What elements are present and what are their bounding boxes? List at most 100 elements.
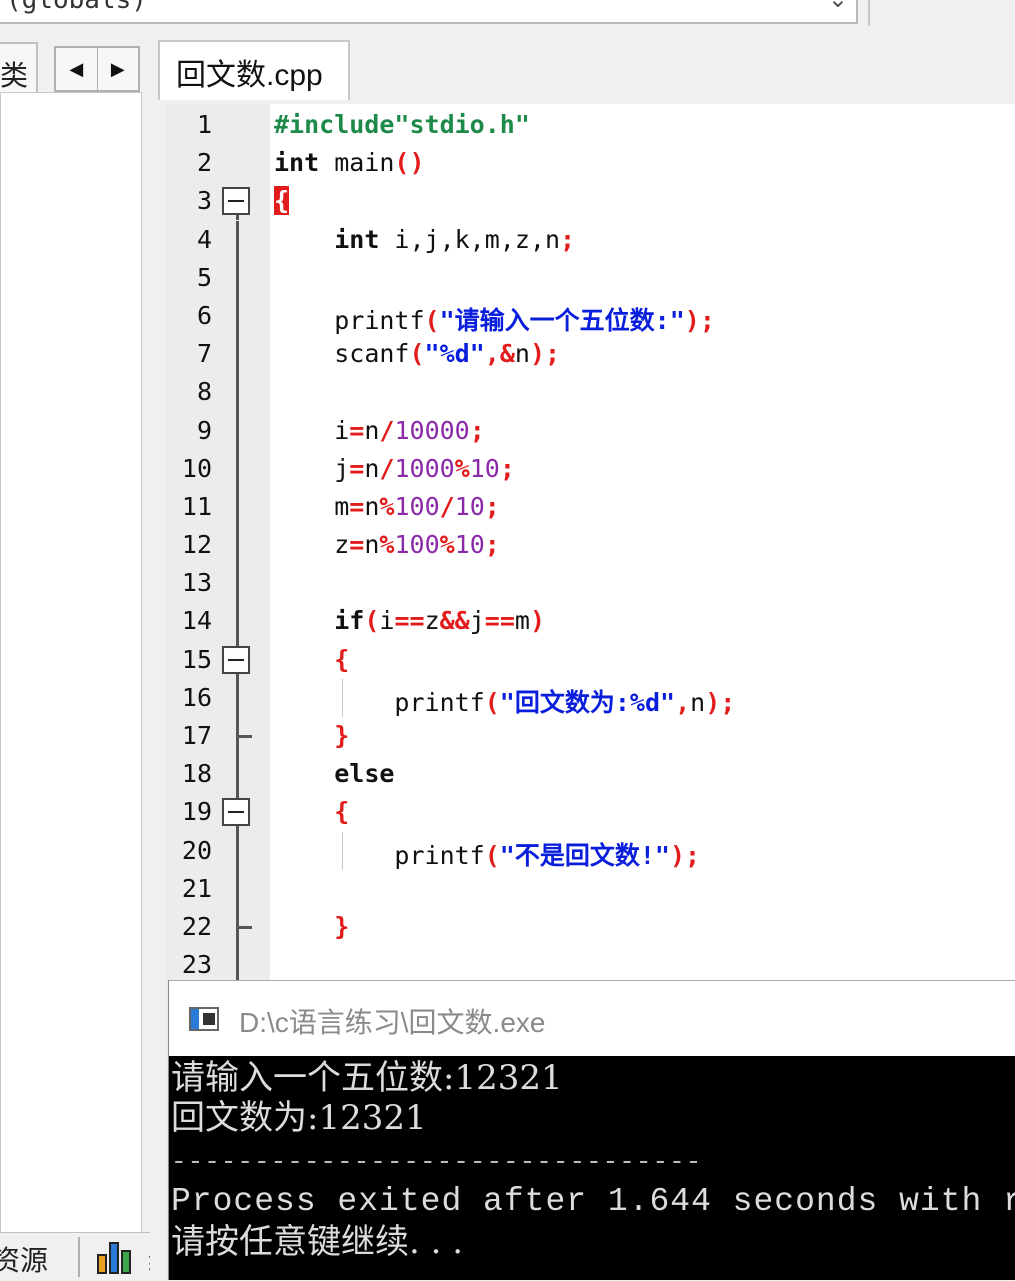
code-text: if(i==z&&j==m) [274, 606, 545, 635]
code-text: { [274, 645, 349, 674]
line-number: 20 [181, 835, 212, 865]
string-literal: "不是回文数!" [499, 840, 670, 870]
operator: ; [484, 530, 500, 560]
number-literal: 100 [394, 491, 440, 521]
code-line: 5 [166, 258, 1015, 297]
fold-collapse-icon[interactable] [222, 798, 250, 827]
scope-combo[interactable]: (globals) ⌄ [0, 0, 858, 24]
line-number: 6 [196, 300, 212, 330]
fold-collapse-icon[interactable] [222, 645, 250, 674]
code-line: 16 printf("回文数为:%d",n); [166, 678, 1015, 717]
bar-chart-icon[interactable] [96, 1241, 136, 1275]
code-line: 7 scanf("%d",&n); [166, 335, 1015, 374]
code-line: 10 j=n/1000%10; [166, 449, 1015, 488]
operator: == [394, 606, 425, 636]
number-literal: 1000 [394, 453, 455, 483]
code-line: 3 { [166, 182, 1015, 221]
tab-resources[interactable]: 资源 [0, 1239, 48, 1279]
line-number: 13 [181, 568, 212, 598]
keyword: if [334, 606, 365, 636]
operator: ) [705, 687, 721, 717]
tab-file-label: 回文数.cpp [176, 59, 323, 92]
operator: = [349, 453, 365, 483]
fold-end-marker [236, 735, 252, 738]
line-number: 22 [181, 911, 212, 941]
operator: ; [685, 840, 701, 870]
chevron-down-icon[interactable]: ⌄ [828, 0, 848, 12]
code-text: int i,j,k,m,z,n; [274, 225, 575, 254]
operator: ) [684, 305, 700, 335]
class-browser-tree[interactable] [0, 92, 142, 1262]
number-literal: 10 [454, 530, 485, 560]
fold-guide [236, 487, 239, 527]
line-number: 2 [196, 148, 212, 178]
operator: = [349, 415, 365, 445]
line-number: 17 [181, 721, 212, 750]
code-text: z=n%100%10; [274, 530, 500, 559]
code-text: scanf("%d",&n); [274, 339, 560, 368]
console-line: 请输入一个五位数:12321 [171, 1058, 563, 1098]
operator: ; [499, 453, 515, 483]
code-line: 8 [166, 373, 1015, 412]
fold-guide [236, 526, 239, 565]
line-number: 12 [181, 530, 212, 560]
fold-guide [236, 411, 239, 450]
identifier: i,j,k,m,z,n [379, 224, 560, 254]
identifier: scanf [334, 339, 410, 369]
code-text: } [274, 721, 349, 750]
identifier: z [424, 606, 440, 636]
fold-guide [236, 602, 239, 641]
fold-guide [236, 869, 239, 908]
console-titlebar[interactable]: D:\c语言练习\回文数.exe [169, 980, 1015, 1056]
operator: % [454, 453, 470, 483]
preprocessor-directive: #include"stdio.h" [274, 110, 530, 139]
toolbar-divider [868, 0, 870, 26]
scroll-left-icon[interactable]: ◀ [56, 48, 98, 90]
line-number: 19 [181, 797, 212, 827]
matched-brace: { [274, 186, 290, 216]
class-browser-pane: 类 ◀ ▶ [0, 40, 150, 1280]
code-line: 1 #include"stdio.h" [166, 106, 1015, 144]
code-line: 17 } [166, 717, 1015, 756]
operator: / [379, 415, 395, 445]
operator: ; [484, 491, 500, 521]
operator: % [379, 530, 395, 560]
tab-classes[interactable]: 类 [0, 42, 38, 96]
line-number: 21 [181, 873, 212, 903]
identifier: m [514, 606, 530, 636]
operator: ( [484, 840, 500, 870]
keyword: else [334, 759, 395, 789]
console-line: 回文数为:12321 [171, 1098, 427, 1138]
operator: % [379, 491, 395, 521]
code-line: 22 } [166, 907, 1015, 947]
keyword: int [334, 224, 380, 254]
operator: { [334, 644, 350, 674]
code-line: 19 { [166, 793, 1015, 832]
bottom-panel-tabs: 资源 编 [0, 1232, 176, 1281]
operator: ; [560, 224, 576, 254]
operator: () [394, 148, 425, 178]
operator: ; [545, 339, 561, 369]
identifier: n [690, 687, 706, 717]
code-text: { [274, 797, 349, 826]
line-number: 23 [181, 950, 212, 980]
console-window[interactable]: D:\c语言练习\回文数.exe 请输入一个五位数:12321 回文数为:123… [168, 980, 1015, 1280]
operator: ; [720, 687, 736, 717]
line-number: 4 [196, 224, 212, 254]
line-number: 3 [196, 186, 212, 216]
tab-file-palindrome[interactable]: 回文数.cpp [158, 40, 350, 100]
fold-guide [236, 831, 239, 870]
fold-guide [236, 755, 239, 794]
identifier: printf [394, 687, 485, 717]
code-line: 6 printf("请输入一个五位数:"); [166, 296, 1015, 336]
code-line: 11 m=n%100/10; [166, 487, 1015, 527]
scroll-right-icon[interactable]: ▶ [98, 48, 139, 90]
identifier: i [334, 415, 350, 445]
fold-collapse-icon[interactable] [222, 187, 250, 216]
operator: & [499, 339, 515, 369]
identifier: n [514, 339, 530, 369]
code-text: m=n%100/10; [274, 492, 500, 521]
operator: ) [529, 606, 546, 636]
code-text: i=n/10000; [274, 416, 485, 445]
fold-guide [236, 258, 239, 297]
